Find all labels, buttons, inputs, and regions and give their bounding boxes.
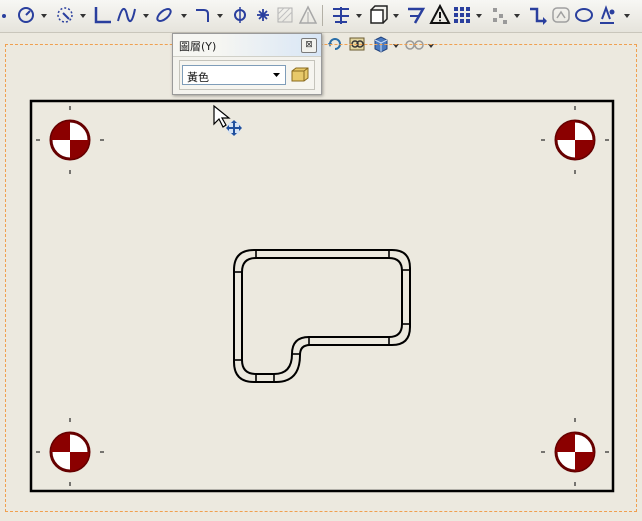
layer-panel-title: 圖層(Y) — [179, 40, 217, 53]
hole-marker[interactable] — [36, 106, 104, 174]
hole-marker[interactable] — [541, 418, 609, 486]
close-icon[interactable]: ⊠ — [301, 38, 317, 53]
layer-panel-titlebar[interactable]: 圖層(Y) ⊠ — [173, 34, 321, 57]
chevron-down-icon[interactable] — [269, 67, 284, 83]
layer-select[interactable]: 黃色 — [182, 65, 286, 85]
hole-marker[interactable] — [36, 418, 104, 486]
pocket-profile[interactable] — [233, 249, 411, 383]
layer-select-value: 黃色 — [187, 71, 209, 84]
hole-marker[interactable] — [541, 106, 609, 174]
move-cursor-icon — [213, 104, 242, 136]
plate-outline[interactable] — [29, 99, 615, 493]
layer-manager-icon[interactable] — [290, 65, 310, 83]
pocket-tangent-ticks — [233, 249, 411, 383]
layer-panel: 圖層(Y) ⊠ 黃色 — [172, 33, 322, 95]
